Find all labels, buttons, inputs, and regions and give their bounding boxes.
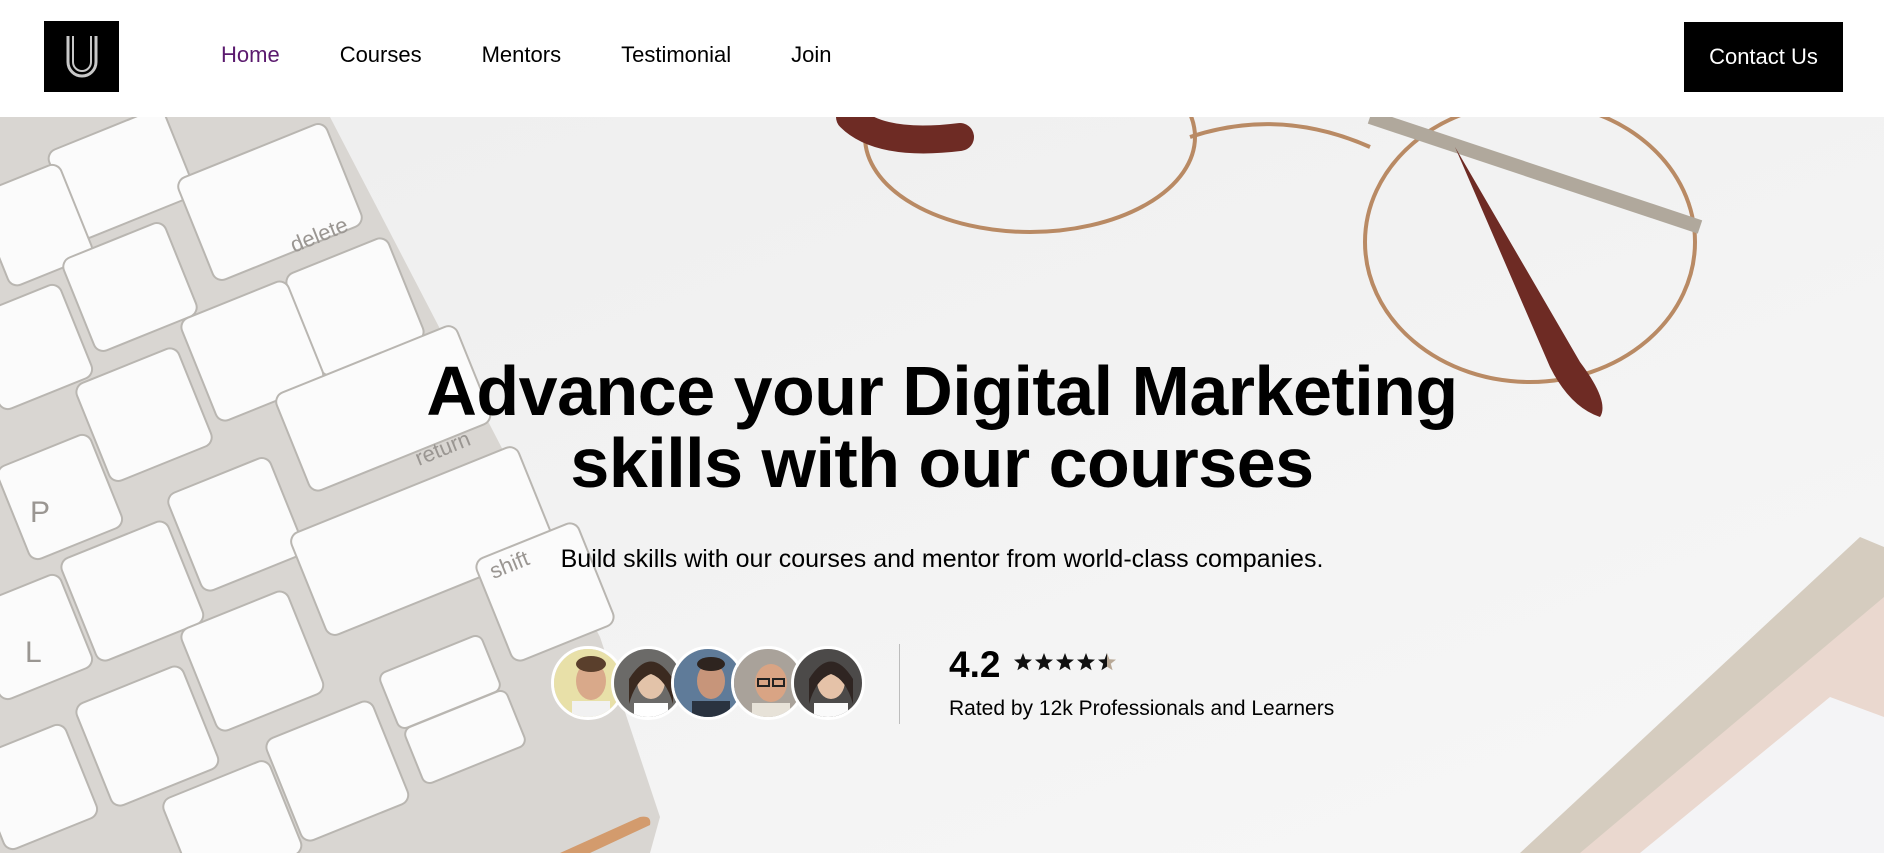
- stars-icon: [1013, 653, 1116, 671]
- nav-join[interactable]: Join: [791, 42, 831, 68]
- svg-text:L: L: [25, 636, 42, 669]
- site-header: Home Courses Mentors Testimonial Join Co…: [0, 0, 1884, 117]
- hero-title-line-2: skills with our courses: [570, 424, 1314, 502]
- hero-section: delete return shift P L Advance your Dig…: [0, 117, 1884, 853]
- rating-divider: [899, 644, 900, 724]
- rating-summary: 4.2: [949, 645, 1123, 685]
- nav-testimonial[interactable]: Testimonial: [621, 42, 731, 68]
- hero-title: Advance your Digital Marketing skills wi…: [0, 355, 1884, 499]
- svg-text:P: P: [30, 496, 50, 529]
- star-rating-icon: [1013, 651, 1123, 679]
- logo[interactable]: [44, 21, 119, 92]
- hero-subtitle: Build skills with our courses and mentor…: [560, 545, 1324, 573]
- avatar: [791, 646, 865, 720]
- nav-home[interactable]: Home: [221, 42, 280, 68]
- main-nav: Home Courses Mentors Testimonial Join: [221, 42, 892, 68]
- nav-mentors[interactable]: Mentors: [482, 42, 561, 68]
- nav-courses[interactable]: Courses: [340, 42, 422, 68]
- rating-caption: Rated by 12k Professionals and Learners: [949, 697, 1335, 720]
- contact-us-button[interactable]: Contact Us: [1684, 22, 1843, 92]
- logo-u-icon: [66, 35, 97, 77]
- hero-title-line-1: Advance your Digital Marketing: [426, 352, 1458, 430]
- rating-value: 4.2: [949, 644, 1001, 685]
